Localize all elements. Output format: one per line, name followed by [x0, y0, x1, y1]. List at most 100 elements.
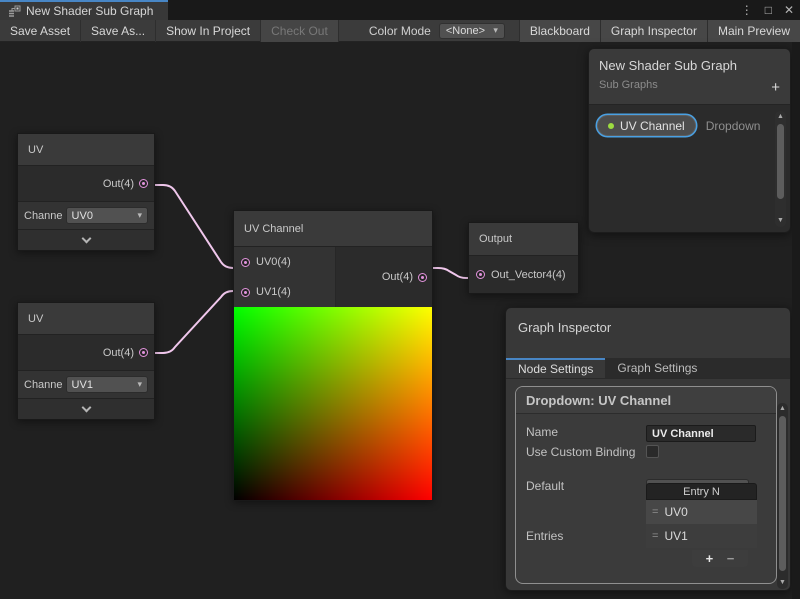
name-label: Name: [526, 425, 646, 440]
default-label: Default: [526, 479, 646, 494]
property-pill-uv-channel[interactable]: UV Channel: [597, 115, 696, 136]
entry-row-uv0[interactable]: = UV0: [646, 500, 757, 524]
canvas-right-edge: [792, 42, 800, 599]
chevron-down-icon: ▾: [493, 25, 498, 36]
chevron-down-icon: [81, 233, 91, 243]
wire-uv1: [147, 291, 241, 353]
name-row: Name: [526, 425, 768, 442]
inspector-body: Dropdown: UV Channel Name Use Custom Bin…: [506, 379, 790, 591]
scrollbar-thumb[interactable]: [779, 416, 786, 571]
use-custom-binding-label: Use Custom Binding: [526, 445, 646, 460]
blackboard-header: New Shader Sub Graph Sub Graphs +: [589, 49, 790, 105]
collapse-button[interactable]: [18, 230, 154, 250]
scroll-down-icon[interactable]: ▼: [775, 216, 786, 226]
scroll-down-icon[interactable]: ▼: [777, 578, 788, 588]
input-port-uv0[interactable]: [241, 258, 250, 267]
tab-new-shader-sub-graph[interactable]: New Shader Sub Graph: [0, 0, 168, 20]
wire-uv0: [147, 185, 241, 268]
menu-icon[interactable]: ⋮: [741, 0, 753, 20]
name-input[interactable]: [646, 425, 756, 442]
save-asset-button[interactable]: Save Asset: [0, 20, 81, 42]
color-mode-label: Color Mode: [339, 24, 439, 38]
tab-label: New Shader Sub Graph: [26, 4, 153, 18]
port-section: UV0(4) UV1(4) Out(4): [234, 247, 432, 307]
show-in-project-button[interactable]: Show In Project: [156, 20, 261, 42]
node-title[interactable]: UV Channel: [234, 211, 432, 247]
output-port-row: Out(4): [336, 247, 432, 307]
channel-value: UV1: [72, 379, 138, 391]
output-node[interactable]: Output Out_Vector4(4): [468, 222, 579, 294]
property-type: Dropdown: [706, 119, 761, 133]
blackboard-panel[interactable]: New Shader Sub Graph Sub Graphs + UV Cha…: [588, 48, 791, 233]
node-title[interactable]: UV: [18, 303, 154, 335]
blackboard-title: New Shader Sub Graph: [599, 58, 780, 73]
tab-strip: Graph Settings: [605, 358, 790, 378]
uv-node-bottom[interactable]: UV Out(4) Channe UV1 ▾: [17, 302, 155, 420]
entries-label: Entries: [526, 529, 646, 544]
input-port-row: Out_Vector4(4): [469, 256, 578, 293]
tab-node-settings[interactable]: Node Settings: [506, 358, 605, 378]
blackboard-subtitle: Sub Graphs: [599, 79, 780, 91]
chevron-down-icon: [81, 402, 91, 412]
chevron-down-icon: ▾: [137, 210, 142, 221]
exposed-dot-icon: [608, 123, 614, 129]
entry-value: UV1: [664, 529, 687, 543]
input-port-row: UV0(4): [234, 247, 335, 277]
entry-name-header[interactable]: Entry N: [646, 483, 757, 500]
blackboard-item[interactable]: UV Channel Dropdown: [597, 115, 782, 136]
remove-entry-button[interactable]: −: [727, 551, 735, 566]
color-mode-value: <None>: [446, 25, 493, 37]
dropdown-settings-group: Dropdown: UV Channel Name Use Custom Bin…: [515, 386, 777, 584]
uv-node-top[interactable]: UV Out(4) Channe UV0 ▾: [17, 133, 155, 251]
node-title[interactable]: Output: [469, 223, 578, 256]
graph-inspector-toggle-button[interactable]: Graph Inspector: [600, 20, 707, 42]
output-port[interactable]: [418, 273, 427, 282]
inspector-scrollbar[interactable]: ▲ ▼: [777, 403, 788, 589]
color-mode-dropdown[interactable]: <None> ▾: [439, 23, 505, 39]
shader-graph-icon: [8, 5, 21, 18]
channel-label: Channe: [24, 379, 63, 391]
maximize-icon[interactable]: □: [765, 0, 772, 20]
input-port-label: Out_Vector4(4): [491, 269, 566, 281]
drag-handle-icon[interactable]: =: [652, 530, 657, 542]
uv-channel-node[interactable]: UV Channel UV0(4) UV1(4) Out(4): [233, 210, 433, 501]
add-entry-button[interactable]: +: [706, 551, 714, 566]
check-out-button: Check Out: [261, 20, 339, 42]
output-port[interactable]: [139, 179, 148, 188]
channel-dropdown[interactable]: UV0 ▾: [66, 207, 148, 224]
scrollbar-thumb[interactable]: [777, 124, 784, 199]
scroll-up-icon[interactable]: ▲: [775, 112, 786, 122]
input-ports: UV0(4) UV1(4): [234, 247, 336, 307]
save-as-button[interactable]: Save As...: [81, 20, 156, 42]
input-port[interactable]: [476, 270, 485, 279]
toolbar: Save Asset Save As... Show In Project Ch…: [0, 20, 800, 42]
main-preview-toggle-button[interactable]: Main Preview: [707, 20, 800, 42]
graph-inspector-panel[interactable]: Graph Inspector Node Settings Graph Sett…: [505, 307, 791, 591]
channel-dropdown[interactable]: UV1 ▾: [66, 376, 148, 393]
chevron-down-icon: ▾: [137, 379, 142, 390]
tab-bar: New Shader Sub Graph ⋮ □ ✕: [0, 0, 800, 20]
channel-label: Channe: [24, 210, 63, 222]
toolbar-right-group: Blackboard Graph Inspector Main Preview: [519, 20, 800, 42]
tab-graph-settings[interactable]: Graph Settings: [605, 358, 709, 378]
channel-value: UV0: [72, 210, 138, 222]
close-icon[interactable]: ✕: [784, 0, 794, 20]
blackboard-scrollbar[interactable]: ▲ ▼: [775, 111, 786, 227]
channel-control-row: Channe UV0 ▾: [18, 202, 154, 230]
entry-value: UV0: [664, 505, 687, 519]
graph-canvas[interactable]: UV Out(4) Channe UV0 ▾ UV Out(4) C: [0, 42, 800, 599]
use-custom-binding-checkbox[interactable]: [646, 445, 659, 458]
blackboard-toggle-button[interactable]: Blackboard: [519, 20, 600, 42]
inspector-title: Graph Inspector: [506, 308, 790, 358]
output-port[interactable]: [139, 348, 148, 357]
input-port-label: UV0(4): [256, 256, 291, 268]
input-port-uv1[interactable]: [241, 288, 250, 297]
scroll-up-icon[interactable]: ▲: [777, 404, 788, 414]
shader-graph-window: New Shader Sub Graph ⋮ □ ✕ Save Asset Sa…: [0, 0, 800, 599]
output-port-label: Out(4): [103, 178, 134, 190]
entry-row-uv1[interactable]: = UV1: [646, 524, 757, 548]
collapse-button[interactable]: [18, 399, 154, 419]
add-property-button[interactable]: +: [771, 79, 780, 96]
node-title[interactable]: UV: [18, 134, 154, 166]
drag-handle-icon[interactable]: =: [652, 506, 657, 518]
